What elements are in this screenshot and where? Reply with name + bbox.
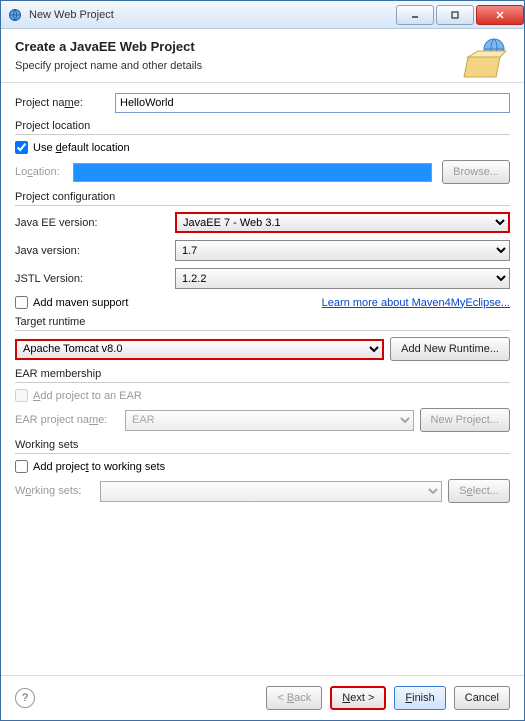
ear-project-label: EAR project name: bbox=[15, 414, 125, 426]
close-button[interactable] bbox=[476, 5, 524, 25]
header: Create a JavaEE Web Project Specify proj… bbox=[1, 29, 524, 83]
java-version-label: Java version: bbox=[15, 245, 175, 257]
browse-button: Browse... bbox=[442, 160, 510, 184]
config-legend: Project configuration bbox=[15, 191, 510, 206]
target-runtime-select[interactable]: Apache Tomcat v8.0 bbox=[15, 339, 384, 360]
jee-version-select[interactable]: JavaEE 7 - Web 3.1 bbox=[175, 212, 510, 233]
ear-legend: EAR membership bbox=[15, 368, 510, 383]
runtime-legend: Target runtime bbox=[15, 316, 510, 331]
java-version-select[interactable]: 1.7 bbox=[175, 240, 510, 261]
cancel-button[interactable]: Cancel bbox=[454, 686, 510, 710]
location-label: Location: bbox=[15, 166, 73, 178]
next-button[interactable]: Next > bbox=[330, 686, 386, 710]
ws-select bbox=[100, 481, 442, 502]
dialog-window: New Web Project Create a JavaEE Web Proj… bbox=[0, 0, 525, 721]
add-ear-checkbox bbox=[15, 389, 28, 402]
titlebar[interactable]: New Web Project bbox=[1, 1, 524, 29]
location-legend: Project location bbox=[15, 120, 510, 135]
ws-legend: Working sets bbox=[15, 439, 510, 454]
footer: ? < Back Next > Finish Cancel bbox=[1, 675, 524, 720]
add-ws-checkbox[interactable] bbox=[15, 460, 28, 473]
add-runtime-button[interactable]: Add New Runtime... bbox=[390, 337, 510, 361]
project-name-input[interactable] bbox=[115, 93, 510, 113]
project-name-label: Project name: bbox=[15, 97, 115, 109]
add-ws-label: Add project to working sets bbox=[33, 461, 165, 473]
maven-learn-more-link[interactable]: Learn more about Maven4MyEclipse... bbox=[322, 297, 510, 309]
new-project-button: New Project... bbox=[420, 408, 510, 432]
ear-project-select: EAR bbox=[125, 410, 414, 431]
minimize-button[interactable] bbox=[396, 5, 434, 25]
jstl-version-label: JSTL Version: bbox=[15, 273, 175, 285]
header-subtitle: Specify project name and other details bbox=[15, 60, 510, 72]
add-maven-label: Add maven support bbox=[33, 297, 128, 309]
finish-button[interactable]: Finish bbox=[394, 686, 445, 710]
window-title: New Web Project bbox=[29, 9, 394, 21]
use-default-location-checkbox[interactable] bbox=[15, 141, 28, 154]
app-icon bbox=[7, 7, 23, 23]
maximize-button[interactable] bbox=[436, 5, 474, 25]
back-button: < Back bbox=[266, 686, 322, 710]
header-title: Create a JavaEE Web Project bbox=[15, 39, 510, 54]
add-ear-label: Add project to an EAR bbox=[33, 390, 142, 402]
jee-version-label: Java EE version: bbox=[15, 217, 175, 229]
ws-select-button: Select... bbox=[448, 479, 510, 503]
use-default-location-label: Use default location bbox=[33, 142, 130, 154]
jstl-version-select[interactable]: 1.2.2 bbox=[175, 268, 510, 289]
wizard-icon bbox=[462, 37, 510, 79]
help-button[interactable]: ? bbox=[15, 688, 35, 708]
ws-label: Working sets: bbox=[15, 485, 100, 497]
location-input bbox=[73, 163, 432, 182]
add-maven-checkbox[interactable] bbox=[15, 296, 28, 309]
